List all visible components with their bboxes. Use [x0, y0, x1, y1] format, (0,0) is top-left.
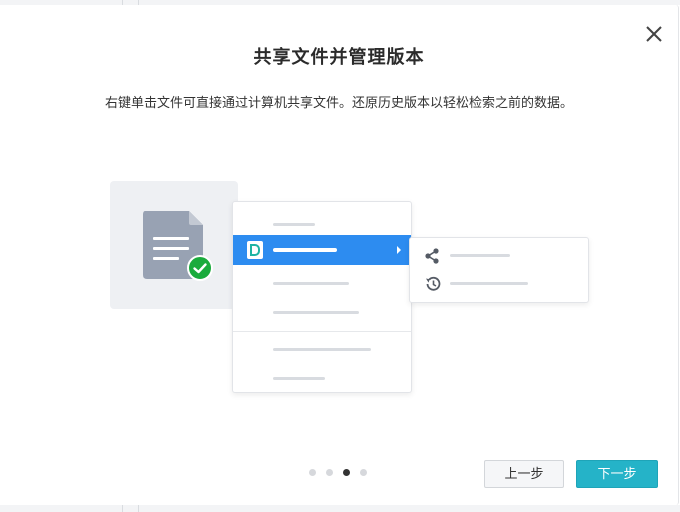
step-dot[interactable] — [360, 469, 367, 476]
screen: 共享文件并管理版本 右键单击文件可直接通过计算机共享文件。还原历史版本以轻松检索… — [0, 0, 680, 512]
submenu-illustration — [409, 237, 589, 303]
menu-item-highlighted — [233, 235, 411, 265]
next-button[interactable]: 下一步 — [576, 460, 658, 488]
history-icon — [426, 276, 441, 291]
menu-item-placeholder — [450, 282, 528, 285]
background-app-edge — [0, 505, 680, 512]
menu-item-placeholder — [450, 254, 510, 257]
dialog-subtitle: 右键单击文件可直接通过计算机共享文件。还原历史版本以轻松检索之前的数据。 — [104, 96, 573, 111]
menu-item-placeholder — [273, 348, 371, 351]
share-icon — [425, 248, 439, 264]
menu-item-placeholder — [273, 223, 315, 226]
menu-item-placeholder — [273, 311, 359, 314]
menu-divider — [233, 331, 411, 332]
onboarding-dialog: 共享文件并管理版本 右键单击文件可直接通过计算机共享文件。还原历史版本以轻松检索… — [0, 5, 679, 505]
context-menu-illustration — [232, 201, 412, 393]
step-dot-active[interactable] — [343, 469, 350, 476]
step-dot[interactable] — [309, 469, 316, 476]
file-card-illustration — [110, 181, 238, 309]
check-circle-icon — [187, 255, 213, 281]
app-logo-icon — [247, 241, 263, 259]
previous-button[interactable]: 上一步 — [484, 460, 564, 488]
background-divider — [122, 505, 123, 512]
menu-item-placeholder — [273, 377, 325, 380]
menu-item-placeholder — [273, 248, 337, 252]
dialog-title: 共享文件并管理版本 — [253, 47, 425, 68]
step-dot[interactable] — [326, 469, 333, 476]
submenu-arrow-icon — [397, 246, 401, 254]
menu-item-placeholder — [273, 282, 349, 285]
background-divider — [138, 505, 139, 512]
